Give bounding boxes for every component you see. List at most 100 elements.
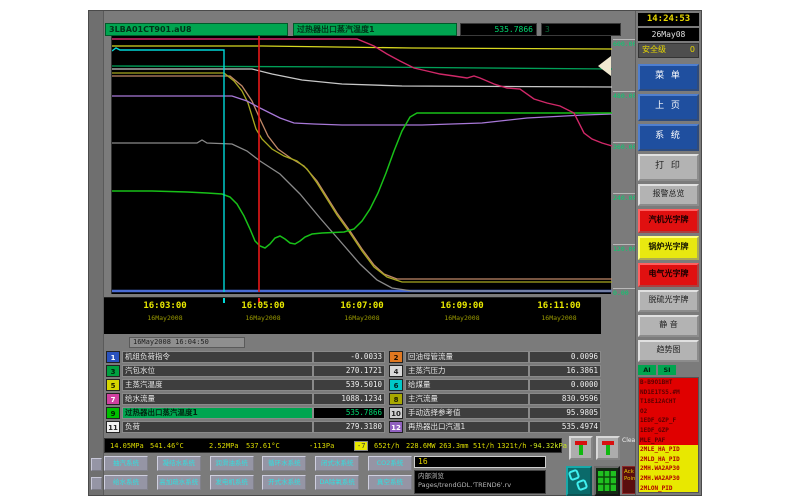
nav-button[interactable]: 抽汽系统 [104, 456, 148, 471]
pen-row-6[interactable]: 6给煤量0.0000 [389, 379, 601, 391]
alarm-item-yellow[interactable]: 2MLON_PID [639, 484, 698, 493]
clock-display: 14:24:53 [638, 13, 699, 26]
sidebar-button[interactable]: 电气光字牌 [638, 263, 699, 287]
y-tick-label: 0.00 [613, 288, 637, 297]
pen-label: 手动选择参考值 [405, 407, 529, 419]
alarm-item-yellow[interactable]: 2MLE_HA_PID [639, 445, 698, 455]
pen-row-4[interactable]: 4主蒸汽压力16.3861 [389, 365, 601, 377]
sidebar-button[interactable]: 菜 单 [638, 64, 699, 91]
pen-label: 机组负荷指令 [122, 351, 313, 363]
pen-row-10[interactable]: 10手动选择参考值95.9805 [389, 407, 601, 419]
pen-row-8[interactable]: 8主汽流量830.9596 [389, 393, 601, 405]
point-select-button-1[interactable] [569, 436, 593, 460]
sidebar: 14:24:53 26May08 安全级 0 菜 单上 页系 统打 印报警总览汽… [635, 11, 701, 495]
selected-pen-label[interactable]: 过热器出口蒸汽温度1 [293, 23, 457, 36]
info-line-1: 内部浏览 [418, 472, 542, 481]
trend-plot[interactable] [111, 36, 611, 294]
nav-row-2: 给水系统高加疏水系统发电机系统开式水系统 DA除氧系统真空系统 [104, 475, 412, 490]
pen-number-badge: 12 [389, 421, 403, 433]
x-tick-date: 16May2008 [340, 314, 383, 322]
nav-button[interactable]: 发电机系统 [210, 475, 254, 490]
alarm-item-yellow[interactable]: 2MH.WA2AP30 [639, 474, 698, 484]
pen-row-9[interactable]: 9过热器出口蒸汽温度1535.7866 [106, 407, 385, 419]
pen-row-2[interactable]: 2回油母管流量0.0096 [389, 351, 601, 363]
pen-value: 279.3180 [313, 421, 385, 433]
y-tick-label: 240.00 [613, 193, 637, 202]
pen-row-12[interactable]: 12再热器出口汽温1535.4974 [389, 421, 601, 433]
sidebar-button[interactable]: 汽机光字牌 [638, 209, 699, 233]
dcs-window: 3LBA01CT901.aU8 过热器出口蒸汽温度1 535.7866 3 60… [88, 10, 702, 496]
series-rh-outlet-temp [112, 69, 612, 87]
pen-row-1[interactable]: 1机组负荷指令-0.0033 [106, 351, 385, 363]
nav-button[interactable]: 给水系统 [104, 475, 148, 490]
pen-row-11[interactable]: 11负荷279.3180 [106, 421, 385, 433]
alarm-item-yellow[interactable]: 2MH.WA2AP30 [639, 464, 698, 474]
nav-button[interactable]: DA除氧系统 [315, 475, 359, 490]
pen-number-badge: 1 [106, 351, 120, 363]
x-tick-date: 16May2008 [537, 314, 580, 322]
series-load [112, 76, 612, 279]
alarm-item-red[interactable]: B-B9O1BHT [639, 378, 698, 388]
sidebar-button[interactable]: 报警总览 [638, 184, 699, 206]
sidebar-button[interactable]: 系 统 [638, 124, 699, 151]
sidebar-button[interactable]: 趋势图 [638, 340, 699, 362]
alarm-item-red[interactable]: 1EDF_GZP_F [639, 416, 698, 426]
alarm-item-red[interactable]: ND1E1TS5.#M [639, 388, 698, 398]
alarm-item-yellow[interactable]: 2MLD_HA_PID [639, 455, 698, 465]
alarm-list-tab[interactable]: AI [638, 365, 656, 375]
sidebar-button[interactable]: 打 印 [638, 154, 699, 181]
scale-marker-triangle[interactable] [598, 56, 611, 76]
nav-button[interactable]: 高加疏水系统 [157, 475, 201, 490]
left-mini-tab-2[interactable] [91, 477, 102, 490]
sidebar-button[interactable]: 锅炉光字牌 [638, 236, 699, 260]
y-axis-scale: 600.00480.00360.00240.00120.000.00 [613, 36, 637, 298]
info-line-2: Pages/trendGDL.'TREND6'.rv [418, 481, 542, 490]
nav-button[interactable]: 闭式水系统 [315, 456, 359, 471]
nav-button[interactable]: 开式水系统 [262, 475, 306, 490]
alarm-item-red[interactable]: T18E12ACHT [639, 397, 698, 407]
alarm-list-tab[interactable]: SI [658, 365, 676, 375]
x-tick-date: 16May2008 [440, 314, 483, 322]
sidebar-button[interactable]: 脱硫光字牌 [638, 290, 699, 312]
pen-number-badge: 7 [106, 393, 120, 405]
pen-number-badge: 9 [106, 407, 120, 419]
x-tick-date: 16May2008 [143, 314, 186, 322]
pen-row-7[interactable]: 7给水流量1088.1234 [106, 393, 385, 405]
x-tick-date: 16May2008 [241, 314, 284, 322]
pen-row-3[interactable]: 3汽包水位270.1721 [106, 365, 385, 377]
alarm-list-header: AISI [638, 365, 699, 375]
nav-button[interactable]: CO2系统 [368, 456, 412, 471]
series-steam-flow [112, 140, 612, 291]
trend-tag-field[interactable]: 3LBA01CT901.aU8 [105, 23, 288, 36]
x-tick-time: 16:07:00 [340, 301, 383, 311]
y-tick-label: 480.00 [613, 91, 637, 100]
security-count: 0 [690, 44, 695, 57]
alarm-item-red[interactable]: 1EDF_GZP [639, 426, 698, 436]
alarm-item-red[interactable]: O2 [639, 407, 698, 417]
nav-button[interactable]: 润滑油系统 [210, 456, 254, 471]
point-select-button-2[interactable] [596, 436, 620, 460]
pen-value: 535.4974 [529, 421, 601, 433]
grid-icon [596, 468, 618, 494]
nav-button[interactable]: 凝结水系统 [157, 456, 201, 471]
pen-value: 16.3861 [529, 365, 601, 377]
status-value: 263.3mm [439, 442, 469, 450]
pen-label: 负荷 [122, 421, 313, 433]
pen-row-5[interactable]: 5主蒸汽温度539.5010 [106, 379, 385, 391]
command-input[interactable]: 16 [414, 456, 546, 468]
page-info-box: 内部浏览 Pages/trendGDL.'TREND6'.rv [414, 470, 546, 494]
pen-number-badge: 10 [389, 407, 403, 419]
sidebar-button[interactable]: 上 页 [638, 94, 699, 121]
sidebar-button[interactable]: 静 音 [638, 315, 699, 337]
left-mini-tab-1[interactable] [91, 458, 102, 471]
selected-pen-value: 535.7866 [460, 23, 537, 36]
x-tick-time: 16:11:00 [537, 301, 580, 311]
pen-value: 535.7866 [313, 407, 385, 419]
nav-button[interactable]: 真空系统 [368, 475, 412, 490]
alarm-item-red[interactable]: MLE_PAF [639, 436, 698, 446]
status-value: -113Pa [309, 442, 334, 450]
grid-view-button[interactable] [594, 466, 620, 496]
link-button[interactable] [566, 466, 592, 496]
nav-row-1: 抽汽系统凝结水系统润滑油系统循环水系统闭式水系统 CO2系统 [104, 456, 412, 471]
nav-button[interactable]: 循环水系统 [262, 456, 306, 471]
